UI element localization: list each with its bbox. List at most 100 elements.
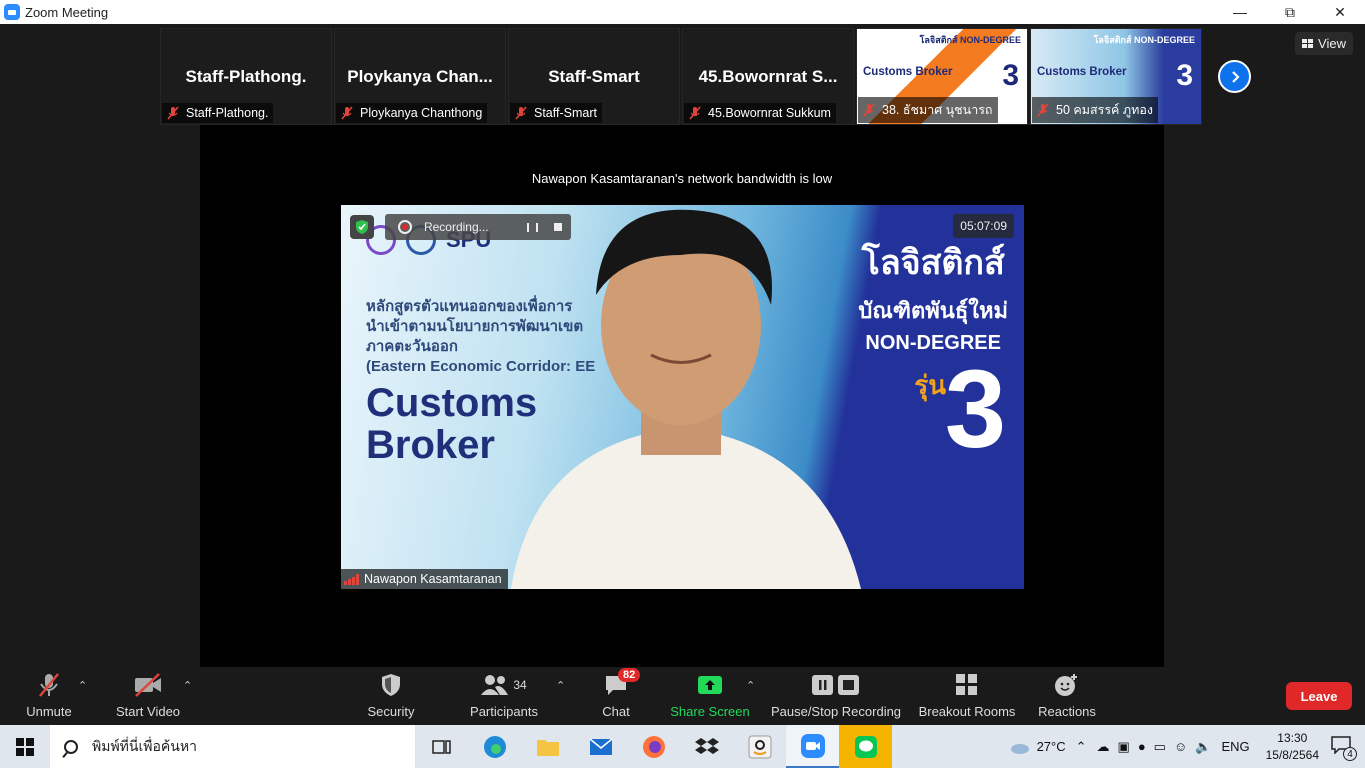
- speaker-person: [511, 209, 861, 589]
- taskbar-zoom[interactable]: [786, 725, 839, 768]
- participant-label: Staff-Smart: [510, 103, 602, 123]
- taskbar-dropbox[interactable]: [680, 725, 733, 768]
- participant-label-text: 45.Bowornrat Sukkum: [708, 106, 831, 120]
- task-view-button[interactable]: [415, 725, 468, 768]
- grid-icon: [1302, 39, 1314, 48]
- breakout-rooms-icon: [955, 672, 979, 698]
- search-placeholder: พิมพ์ที่นี่เพื่อค้นหา: [92, 737, 197, 754]
- participant-label-text: 50 คมสรรค์ ภูทอง: [1056, 103, 1153, 117]
- system-tray: 27°C ⌃ ☁ ▣ ● ▭ ☺ 🔈 ENG 13:30 15/8/2564 4: [1009, 725, 1365, 768]
- taskbar-firefox[interactable]: [627, 725, 680, 768]
- participant-video-tile[interactable]: โลจิสติกส์ NON-DEGREE Customs Broker 3 5…: [1030, 28, 1202, 125]
- thumb-slide-number: 3: [1002, 59, 1019, 92]
- mic-muted-icon: [514, 106, 528, 120]
- chat-button[interactable]: 82 Chat: [596, 667, 641, 725]
- thumb-slide-number: 3: [1176, 59, 1193, 92]
- taskbar-amazon[interactable]: [733, 725, 786, 768]
- next-page-button[interactable]: [1218, 60, 1251, 93]
- pause-stop-recording-button[interactable]: Pause/Stop Recording: [770, 667, 902, 725]
- participant-tile[interactable]: Staff-Plathong. Staff-Plathong.: [160, 28, 332, 125]
- participant-label-text: Ploykanya Chanthong: [360, 106, 483, 120]
- start-video-button[interactable]: Start Video: [112, 667, 184, 725]
- pause-recording-button[interactable]: [519, 214, 545, 240]
- notification-count: 4: [1343, 747, 1357, 761]
- wifi-icon[interactable]: ☺: [1174, 739, 1187, 754]
- notifications-button[interactable]: 4: [1331, 736, 1357, 761]
- input-language[interactable]: ENG: [1221, 739, 1249, 754]
- clock[interactable]: 13:30 15/8/2564: [1266, 730, 1319, 764]
- slide-right-line: โลจิสติกส์: [861, 244, 1005, 282]
- bandwidth-notice: Nawapon Kasamtaranan's network bandwidth…: [531, 171, 833, 186]
- taskbar-line[interactable]: [839, 725, 892, 768]
- mic-muted-icon: [166, 106, 180, 120]
- thumb-slide-headline: Customs Broker: [1037, 66, 1127, 78]
- meet-now-icon[interactable]: ▣: [1118, 739, 1130, 755]
- participants-button[interactable]: 34 Participants: [466, 667, 542, 725]
- battery-icon[interactable]: ▭: [1154, 739, 1166, 755]
- participant-tile[interactable]: Ploykanya Chan... Ploykanya Chanthong: [334, 28, 506, 125]
- participant-label: Ploykanya Chanthong: [336, 103, 488, 123]
- start-button[interactable]: [0, 725, 50, 768]
- start-video-label: Start Video: [115, 704, 181, 719]
- taskbar-file-explorer[interactable]: [521, 725, 574, 768]
- clock-date: 15/8/2564: [1265, 747, 1319, 762]
- audio-options-caret[interactable]: ⌃: [78, 679, 87, 692]
- share-screen-button[interactable]: Share Screen: [670, 667, 750, 725]
- gallery-strip: Staff-Plathong. Staff-Plathong. Ploykany…: [160, 28, 1204, 125]
- participant-name: Staff-Plathong.: [185, 67, 307, 86]
- chat-badge: 82: [618, 668, 641, 682]
- participant-tile[interactable]: 45.Bowornrat S... 45.Bowornrat Sukkum: [682, 28, 854, 125]
- participants-label: Participants: [470, 704, 538, 719]
- active-speaker-area: Nawapon Kasamtaranan's network bandwidth…: [200, 125, 1164, 667]
- volume-icon[interactable]: 🔈: [1195, 739, 1211, 755]
- dropbox-icon: [694, 737, 719, 754]
- shield-icon: [380, 672, 402, 698]
- reactions-button[interactable]: Reactions: [1036, 667, 1098, 725]
- taskbar-edge[interactable]: [468, 725, 521, 768]
- search-icon: [64, 739, 78, 754]
- chevron-up-icon[interactable]: ⌃: [1076, 739, 1087, 755]
- taskbar-search[interactable]: พิมพ์ที่นี่เพื่อค้นหา: [50, 725, 415, 768]
- thumb-slide-header: โลจิสติกส์ NON-DEGREE: [919, 35, 1021, 45]
- speaker-name: Nawapon Kasamtaranan: [364, 572, 502, 586]
- meeting-timer: 05:07:09: [953, 214, 1014, 238]
- stop-recording-button[interactable]: [545, 214, 571, 240]
- security-button[interactable]: Security: [364, 667, 418, 725]
- taskbar-mail[interactable]: [574, 725, 627, 768]
- cloud-icon[interactable]: ☁: [1097, 739, 1110, 755]
- amazon-icon: [748, 735, 771, 758]
- pause-stop-recording-label: Pause/Stop Recording: [770, 704, 902, 719]
- thumb-slide-header: โลจิสติกส์ NON-DEGREE: [1093, 35, 1195, 45]
- participant-tile[interactable]: Staff-Smart Staff-Smart: [508, 28, 680, 125]
- unmute-label: Unmute: [26, 704, 72, 719]
- security-label: Security: [367, 704, 415, 719]
- zoom-icon: [800, 733, 825, 758]
- restore-button[interactable]: ⧉: [1265, 0, 1315, 24]
- view-button[interactable]: View: [1295, 32, 1353, 55]
- share-screen-label: Share Screen: [670, 704, 750, 719]
- leave-button[interactable]: Leave: [1286, 682, 1352, 710]
- meeting-area: Staff-Plathong. Staff-Plathong. Ploykany…: [0, 24, 1365, 667]
- task-view-icon: [431, 739, 451, 754]
- unmute-button[interactable]: Unmute: [22, 667, 76, 725]
- speaker-video[interactable]: SPU หลักสูตรตัวแทนออกของเพื่อการ นำเข้าต…: [341, 205, 1024, 589]
- participants-options-caret[interactable]: ⌃: [556, 679, 565, 692]
- participant-video-tile[interactable]: โลจิสติกส์ NON-DEGREE Customs Broker 3 3…: [856, 28, 1028, 125]
- participant-label: 50 คมสรรค์ ภูทอง: [1032, 97, 1158, 123]
- breakout-rooms-button[interactable]: Breakout Rooms: [916, 667, 1018, 725]
- participant-label-text: 38. ธัชมาศ นุชนารถ: [882, 103, 993, 117]
- microphone-icon[interactable]: ●: [1138, 739, 1146, 754]
- minimize-button[interactable]: —: [1215, 0, 1265, 24]
- share-options-caret[interactable]: ⌃: [746, 679, 755, 692]
- participants-icon: 34: [481, 672, 527, 698]
- close-button[interactable]: ✕: [1315, 0, 1365, 24]
- title-bar: Zoom Meeting — ⧉ ✕: [0, 0, 1365, 24]
- edge-icon: [483, 735, 506, 758]
- clock-time: 13:30: [1277, 730, 1308, 745]
- mic-muted-icon: [688, 106, 702, 120]
- recording-label: Recording...: [423, 220, 489, 234]
- participant-name: 45.Bowornrat S...: [698, 67, 838, 86]
- video-options-caret[interactable]: ⌃: [183, 679, 192, 692]
- participant-label-text: Staff-Smart: [534, 106, 597, 120]
- pause-stop-icon: [811, 672, 861, 698]
